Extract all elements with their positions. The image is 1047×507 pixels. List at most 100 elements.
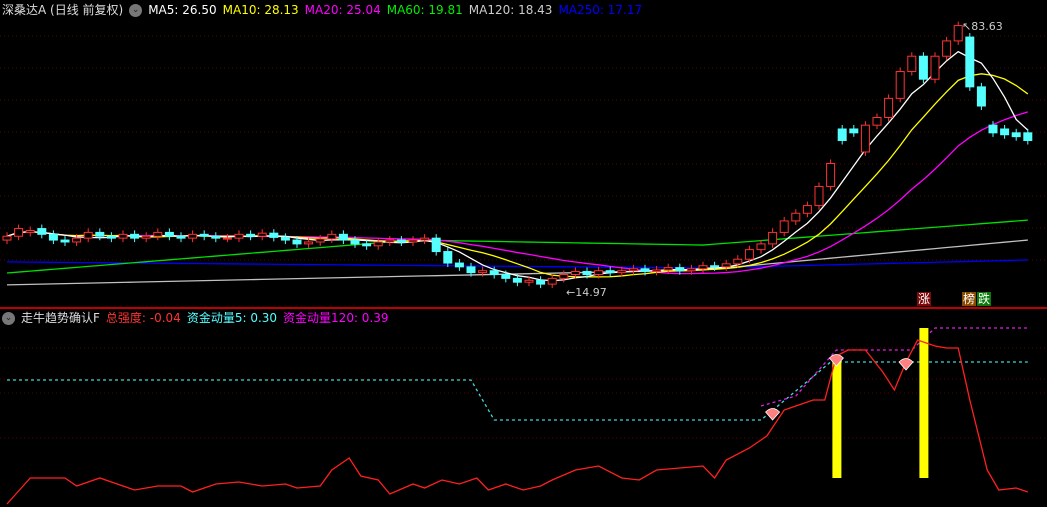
badge-list[interactable]: 榜 [962, 292, 976, 306]
candle-up [385, 239, 395, 243]
candle-up [2, 235, 12, 241]
candle-up [826, 162, 836, 187]
candle-up [744, 249, 754, 260]
flow5-line [7, 361, 1028, 421]
candle-down [501, 274, 511, 279]
candle-down [605, 270, 615, 274]
stock-title: 深桑达A (日线 前复权) [2, 3, 124, 17]
total-strength-line [6, 339, 1029, 505]
candle-down [582, 270, 592, 276]
ma60-label: MA60: 19.81 [386, 3, 463, 17]
candle-down [1023, 132, 1033, 141]
candle-down [95, 231, 105, 237]
candle-up [721, 263, 731, 268]
candle-up [141, 235, 151, 239]
candle-up [860, 124, 870, 153]
candle-up [617, 270, 627, 274]
candle-up [872, 117, 882, 126]
candle-down [849, 128, 859, 134]
candle-up [257, 232, 267, 237]
price-legend: 深桑达A (日线 前复权) ⌄ MA5: 26.50 MA10: 28.13 M… [2, 1, 642, 19]
candle-up [559, 274, 569, 279]
candle-up [930, 55, 940, 80]
signal-bar [919, 328, 929, 478]
candle-up [907, 55, 917, 73]
low-price-label: ←14.97 [566, 286, 607, 299]
indicator-title: 走牛趋势确认F [21, 311, 100, 325]
signal-bar [832, 356, 842, 478]
candle-up [652, 269, 662, 272]
candle-down [512, 277, 522, 283]
candle-down [211, 235, 221, 239]
candle-down [837, 128, 847, 141]
candle-down [988, 124, 998, 134]
candle-up [315, 238, 325, 243]
candle-up [118, 233, 128, 239]
candle-up [14, 228, 24, 237]
candle-up [791, 212, 801, 222]
candle-down [48, 233, 58, 241]
badge-fall[interactable]: 跌 [977, 292, 991, 306]
candle-up [524, 279, 534, 283]
candle-up [686, 268, 696, 272]
candle-up [153, 231, 163, 237]
candle-down [965, 36, 975, 88]
indicator-legend: ⌄ 走牛趋势确认F 总强度: -0.04 资金动量5: 0.30 资金动量120… [2, 309, 389, 327]
candle-down [431, 237, 441, 253]
ma5-line [6, 50, 1029, 282]
candle-up [478, 270, 488, 274]
candle-up [802, 205, 812, 214]
candle-down [443, 251, 453, 264]
candle-down [454, 262, 464, 268]
ma20-line [6, 111, 1028, 275]
candle-down [60, 239, 70, 243]
ma10-label: MA10: 28.13 [222, 3, 299, 17]
candle-down [976, 86, 986, 107]
candle-up [327, 233, 337, 240]
candle-up [884, 97, 894, 119]
high-price-value: 83.63 [971, 20, 1003, 33]
candle-down [37, 228, 47, 235]
ma5-label: MA5: 26.50 [148, 3, 217, 17]
candle-up [570, 270, 580, 276]
badge-rise[interactable]: 涨 [917, 292, 931, 306]
candle-down [269, 232, 279, 238]
candle-up [733, 258, 743, 265]
candle-down [918, 55, 928, 80]
candle-down [338, 233, 348, 241]
candle-down [362, 243, 372, 247]
candle-down [536, 279, 546, 285]
candle-down [199, 233, 209, 237]
candle-up [72, 237, 82, 243]
candle-up [756, 243, 766, 251]
candle-up [594, 270, 604, 276]
candle-down [350, 239, 360, 245]
candle-down [246, 233, 256, 237]
ma120-label: MA120: 18.43 [468, 3, 553, 17]
candle-up [953, 25, 963, 42]
candle-up [779, 220, 789, 233]
candle-up [768, 231, 778, 245]
candle-down [396, 239, 406, 243]
candle-down [106, 235, 116, 239]
candle-up [663, 267, 673, 271]
collapse-icon[interactable]: ⌄ [2, 311, 15, 325]
high-price-label: ↖83.63 [962, 20, 1003, 33]
candle-down [640, 268, 650, 272]
candle-up [895, 71, 905, 99]
signal-diamond-icon [898, 358, 914, 371]
candle-up [373, 241, 383, 247]
candle-down [176, 235, 186, 239]
candle-down [710, 265, 720, 268]
ma20-label: MA20: 25.04 [304, 3, 381, 17]
price-chart [0, 21, 1047, 505]
candle-down [1011, 132, 1021, 138]
candle-up [942, 40, 952, 57]
collapse-icon[interactable]: ⌄ [129, 3, 143, 17]
flow120-line [760, 327, 1028, 407]
candle-down [130, 233, 140, 239]
candle-down [466, 266, 476, 274]
candle-up [304, 241, 314, 245]
low-price-value: 14.97 [575, 286, 607, 299]
candle-up [222, 237, 232, 240]
